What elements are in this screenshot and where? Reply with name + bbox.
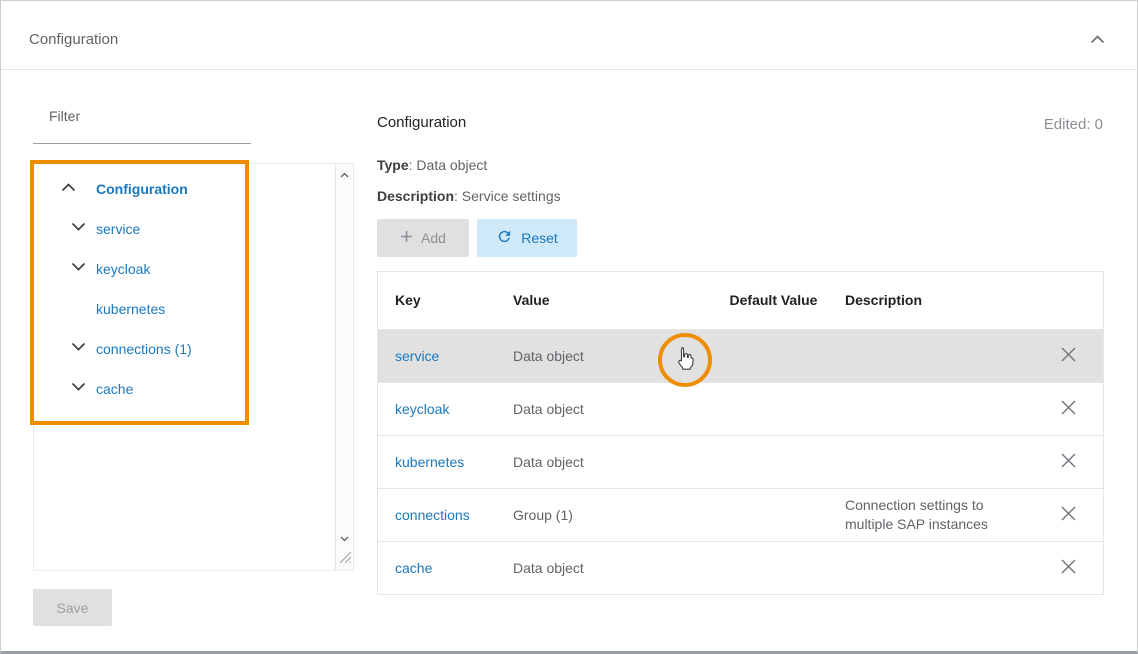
column-header-actions xyxy=(1033,272,1103,329)
table-row-connections[interactable]: connections Group (1) Connection setting… xyxy=(378,488,1103,541)
tree-node-cache[interactable]: cache xyxy=(34,370,353,410)
table-row-kubernetes[interactable]: kubernetes Data object xyxy=(378,435,1103,488)
close-icon xyxy=(1060,452,1077,472)
tree-node-kubernetes[interactable]: kubernetes xyxy=(34,290,353,330)
row-key-link[interactable]: kubernetes xyxy=(395,453,464,472)
row-description xyxy=(821,330,1033,382)
description-label: Description xyxy=(377,188,454,204)
description-value: : Service settings xyxy=(454,188,561,204)
chevron-up-icon[interactable] xyxy=(62,183,75,191)
tree-scrollbar[interactable] xyxy=(335,164,353,570)
plus-icon xyxy=(400,230,413,246)
row-default-value xyxy=(726,330,821,382)
header-divider xyxy=(1,69,1137,70)
row-description: Connection settings to multiple SAP inst… xyxy=(821,489,1033,541)
chevron-down-icon[interactable] xyxy=(72,383,85,391)
panel-title: Configuration xyxy=(29,31,118,48)
chevron-down-icon[interactable] xyxy=(72,263,85,271)
row-default-value xyxy=(726,436,821,488)
config-table: Key Value Default Value Description serv… xyxy=(377,271,1104,595)
table-row-keycloak[interactable]: keycloak Data object xyxy=(378,382,1103,435)
detail-title: Configuration xyxy=(377,114,466,131)
scroll-down-icon[interactable] xyxy=(336,536,352,542)
row-key-link[interactable]: keycloak xyxy=(395,400,449,419)
close-icon xyxy=(1060,505,1077,525)
reset-button-label: Reset xyxy=(521,230,558,246)
column-header-key: Key xyxy=(378,272,496,329)
row-value: Data object xyxy=(496,436,726,488)
close-icon xyxy=(1060,399,1077,419)
config-tree: Configuration service keycloak kubernete… xyxy=(33,163,354,571)
tree-node-label[interactable]: cache xyxy=(96,381,133,397)
column-header-description: Description xyxy=(821,272,1033,329)
column-header-default-value: Default Value xyxy=(726,272,821,329)
add-button-label: Add xyxy=(421,230,446,246)
tree-node-service[interactable]: service xyxy=(34,210,353,250)
delete-row-button[interactable] xyxy=(1056,342,1081,370)
row-value: Data object xyxy=(496,383,726,435)
tree-node-label[interactable]: connections (1) xyxy=(96,341,192,357)
chevron-down-icon[interactable] xyxy=(72,343,85,351)
column-header-value: Value xyxy=(496,272,726,329)
delete-row-button[interactable] xyxy=(1056,501,1081,529)
row-default-value xyxy=(726,542,821,594)
row-key-link[interactable]: service xyxy=(395,347,439,366)
add-button[interactable]: Add xyxy=(377,219,469,257)
description-line: Description: Service settings xyxy=(377,188,561,204)
close-icon xyxy=(1060,558,1077,578)
row-description xyxy=(821,542,1033,594)
save-button[interactable]: Save xyxy=(33,589,112,626)
row-description xyxy=(821,436,1033,488)
tree-node-keycloak[interactable]: keycloak xyxy=(34,250,353,290)
collapse-panel-button[interactable] xyxy=(1083,25,1111,53)
edited-counter: Edited: 0 xyxy=(1044,116,1103,133)
close-icon xyxy=(1060,346,1077,366)
configuration-panel: Configuration Filter Configuration servi… xyxy=(0,0,1138,654)
tree-node-label[interactable]: Configuration xyxy=(96,181,188,197)
tree-node-label[interactable]: keycloak xyxy=(96,261,150,277)
table-header-row: Key Value Default Value Description xyxy=(378,272,1103,329)
row-value: Data object xyxy=(496,330,726,382)
tree-node-configuration[interactable]: Configuration xyxy=(34,170,353,210)
row-key-link[interactable]: cache xyxy=(395,559,432,578)
delete-row-button[interactable] xyxy=(1056,554,1081,582)
tree-node-label[interactable]: service xyxy=(96,221,140,237)
type-line: Type: Data object xyxy=(377,157,487,173)
chevron-down-icon[interactable] xyxy=(72,223,85,231)
scroll-up-icon[interactable] xyxy=(336,172,352,178)
tree-node-connections[interactable]: connections (1) xyxy=(34,330,353,370)
resize-grip[interactable] xyxy=(340,550,351,568)
tree-node-label[interactable]: kubernetes xyxy=(96,301,165,317)
delete-row-button[interactable] xyxy=(1056,448,1081,476)
type-value: : Data object xyxy=(409,157,488,173)
reset-button[interactable]: Reset xyxy=(477,219,577,257)
row-default-value xyxy=(726,383,821,435)
table-row-service[interactable]: service Data object xyxy=(378,329,1103,382)
chevron-up-icon xyxy=(1090,32,1105,47)
type-label: Type xyxy=(377,157,409,173)
filter-label: Filter xyxy=(49,108,80,124)
row-value: Group (1) xyxy=(496,489,726,541)
row-description xyxy=(821,383,1033,435)
refresh-icon xyxy=(496,228,513,248)
row-key-link[interactable]: connections xyxy=(395,506,470,525)
delete-row-button[interactable] xyxy=(1056,395,1081,423)
table-row-cache[interactable]: cache Data object xyxy=(378,541,1103,594)
row-default-value xyxy=(726,489,821,541)
filter-input[interactable] xyxy=(33,123,251,144)
row-value: Data object xyxy=(496,542,726,594)
